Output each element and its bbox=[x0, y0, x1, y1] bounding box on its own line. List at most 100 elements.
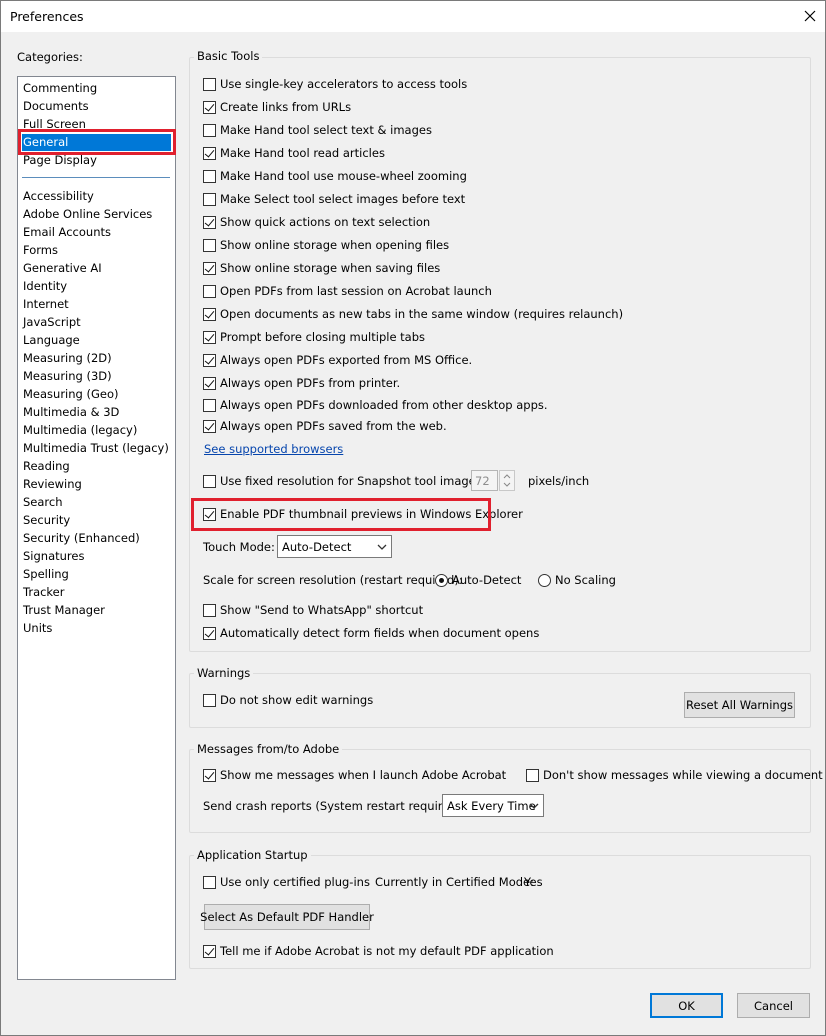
snapshot-resolution-spinner[interactable] bbox=[499, 470, 515, 491]
option-label: Always open PDFs from printer. bbox=[220, 376, 401, 390]
category-security[interactable]: Security bbox=[22, 512, 171, 529]
checkbox[interactable] bbox=[203, 330, 216, 344]
checkbox[interactable] bbox=[203, 146, 216, 160]
option-hand-wheel-zoom[interactable]: Make Hand tool use mouse-wheel zooming bbox=[203, 168, 467, 184]
option-select-images-first[interactable]: Make Select tool select images before te… bbox=[203, 191, 465, 207]
category-email-accounts[interactable]: Email Accounts bbox=[22, 224, 171, 241]
checkbox[interactable] bbox=[203, 875, 216, 889]
scale-no-scaling-radio[interactable]: No Scaling bbox=[538, 572, 616, 588]
checkbox[interactable] bbox=[203, 192, 216, 206]
checkbox[interactable] bbox=[203, 238, 216, 252]
checkbox[interactable] bbox=[203, 100, 216, 114]
category-forms[interactable]: Forms bbox=[22, 242, 171, 259]
category-generative-ai[interactable]: Generative AI bbox=[22, 260, 171, 277]
category-adobe-online-services[interactable]: Adobe Online Services bbox=[22, 206, 171, 223]
checkbox[interactable] bbox=[203, 626, 216, 640]
categories-list[interactable]: Commenting Documents Full Screen General… bbox=[17, 76, 176, 980]
category-measuring-2d[interactable]: Measuring (2D) bbox=[22, 350, 171, 367]
checkbox[interactable] bbox=[203, 474, 216, 488]
category-units[interactable]: Units bbox=[22, 620, 171, 637]
option-launch-messages[interactable]: Show me messages when I launch Adobe Acr… bbox=[203, 767, 506, 783]
crash-reports-select[interactable]: Ask Every Time bbox=[442, 794, 544, 817]
category-page-display[interactable]: Page Display bbox=[22, 152, 171, 169]
checkbox[interactable] bbox=[203, 353, 216, 367]
category-accessibility[interactable]: Accessibility bbox=[22, 188, 171, 205]
option-open-web[interactable]: Always open PDFs saved from the web. bbox=[203, 418, 447, 434]
option-no-viewing-messages[interactable]: Don't show messages while viewing a docu… bbox=[526, 767, 823, 783]
checkbox[interactable] bbox=[203, 215, 216, 229]
checkbox[interactable] bbox=[203, 693, 216, 707]
category-general[interactable]: General bbox=[22, 134, 171, 151]
checkbox[interactable] bbox=[203, 376, 216, 390]
checkbox[interactable] bbox=[203, 77, 216, 91]
scale-auto-detect-radio[interactable]: Auto-Detect bbox=[435, 572, 521, 588]
ok-button[interactable]: OK bbox=[650, 993, 723, 1018]
category-language[interactable]: Language bbox=[22, 332, 171, 349]
category-multimedia-trust-legacy[interactable]: Multimedia Trust (legacy) bbox=[22, 440, 171, 457]
option-label: Use single-key accelerators to access to… bbox=[220, 77, 468, 91]
category-documents[interactable]: Documents bbox=[22, 98, 171, 115]
option-single-key-accelerators[interactable]: Use single-key accelerators to access to… bbox=[203, 76, 467, 92]
category-signatures[interactable]: Signatures bbox=[22, 548, 171, 565]
reset-all-warnings-button[interactable]: Reset All Warnings bbox=[684, 692, 795, 718]
supported-browsers-link[interactable]: See supported browsers bbox=[204, 442, 343, 456]
checkbox[interactable] bbox=[203, 603, 216, 617]
touch-mode-select[interactable]: Auto-Detect bbox=[277, 535, 392, 558]
option-detect-form-fields[interactable]: Automatically detect form fields when do… bbox=[203, 625, 539, 641]
cancel-button[interactable]: Cancel bbox=[737, 993, 810, 1018]
option-certified-plugins[interactable]: Use only certified plug-ins bbox=[203, 874, 370, 890]
default-pdf-handler-button[interactable]: Select As Default PDF Handler bbox=[200, 904, 374, 930]
checkbox[interactable] bbox=[203, 944, 216, 958]
checkbox[interactable] bbox=[203, 284, 216, 298]
crash-reports-label: Send crash reports (System restart requi… bbox=[203, 799, 465, 813]
category-measuring-3d[interactable]: Measuring (3D) bbox=[22, 368, 171, 385]
option-whatsapp-shortcut[interactable]: Show "Send to WhatsApp" shortcut bbox=[203, 602, 423, 618]
option-snapshot-resolution[interactable]: Use fixed resolution for Snapshot tool i… bbox=[203, 473, 486, 489]
category-reviewing[interactable]: Reviewing bbox=[22, 476, 171, 493]
checkbox[interactable] bbox=[203, 261, 216, 275]
option-open-printer[interactable]: Always open PDFs from printer. bbox=[203, 375, 400, 391]
snapshot-resolution-input[interactable]: 72 bbox=[471, 470, 498, 491]
category-multimedia-legacy[interactable]: Multimedia (legacy) bbox=[22, 422, 171, 439]
close-button[interactable] bbox=[795, 1, 825, 31]
checkbox[interactable] bbox=[203, 307, 216, 321]
category-full-screen[interactable]: Full Screen bbox=[22, 116, 171, 133]
category-multimedia-3d[interactable]: Multimedia & 3D bbox=[22, 404, 171, 421]
category-javascript[interactable]: JavaScript bbox=[22, 314, 171, 331]
messages-group bbox=[189, 749, 811, 833]
checkbox[interactable] bbox=[203, 419, 216, 433]
radio-button[interactable] bbox=[538, 573, 551, 587]
option-label: Show me messages when I launch Adobe Acr… bbox=[220, 768, 507, 782]
checkbox[interactable] bbox=[526, 768, 539, 782]
checkbox[interactable] bbox=[203, 123, 216, 137]
option-quick-actions[interactable]: Show quick actions on text selection bbox=[203, 214, 430, 230]
option-no-edit-warnings[interactable]: Do not show edit warnings bbox=[203, 692, 373, 708]
radio-button[interactable] bbox=[435, 573, 448, 587]
category-commenting[interactable]: Commenting bbox=[22, 80, 171, 97]
option-storage-saving[interactable]: Show online storage when saving files bbox=[203, 260, 440, 276]
option-prompt-closing-tabs[interactable]: Prompt before closing multiple tabs bbox=[203, 329, 425, 345]
category-trust-manager[interactable]: Trust Manager bbox=[22, 602, 171, 619]
option-hand-select-text[interactable]: Make Hand tool select text & images bbox=[203, 122, 432, 138]
category-measuring-geo[interactable]: Measuring (Geo) bbox=[22, 386, 171, 403]
option-hand-read-articles[interactable]: Make Hand tool read articles bbox=[203, 145, 385, 161]
option-open-desktop-apps[interactable]: Always open PDFs downloaded from other d… bbox=[203, 397, 548, 413]
checkbox[interactable] bbox=[203, 507, 216, 521]
option-create-links[interactable]: Create links from URLs bbox=[203, 99, 351, 115]
option-last-session[interactable]: Open PDFs from last session on Acrobat l… bbox=[203, 283, 492, 299]
category-tracker[interactable]: Tracker bbox=[22, 584, 171, 601]
category-search[interactable]: Search bbox=[22, 494, 171, 511]
option-open-ms-office[interactable]: Always open PDFs exported from MS Office… bbox=[203, 352, 472, 368]
option-thumbnail-previews[interactable]: Enable PDF thumbnail previews in Windows… bbox=[203, 506, 523, 522]
option-new-tabs[interactable]: Open documents as new tabs in the same w… bbox=[203, 306, 623, 322]
option-storage-opening[interactable]: Show online storage when opening files bbox=[203, 237, 449, 253]
option-default-app-check[interactable]: Tell me if Adobe Acrobat is not my defau… bbox=[203, 943, 554, 959]
checkbox[interactable] bbox=[203, 169, 216, 183]
checkbox[interactable] bbox=[203, 398, 216, 412]
category-internet[interactable]: Internet bbox=[22, 296, 171, 313]
category-reading[interactable]: Reading bbox=[22, 458, 171, 475]
category-identity[interactable]: Identity bbox=[22, 278, 171, 295]
category-spelling[interactable]: Spelling bbox=[22, 566, 171, 583]
checkbox[interactable] bbox=[203, 768, 216, 782]
category-security-enhanced[interactable]: Security (Enhanced) bbox=[22, 530, 171, 547]
